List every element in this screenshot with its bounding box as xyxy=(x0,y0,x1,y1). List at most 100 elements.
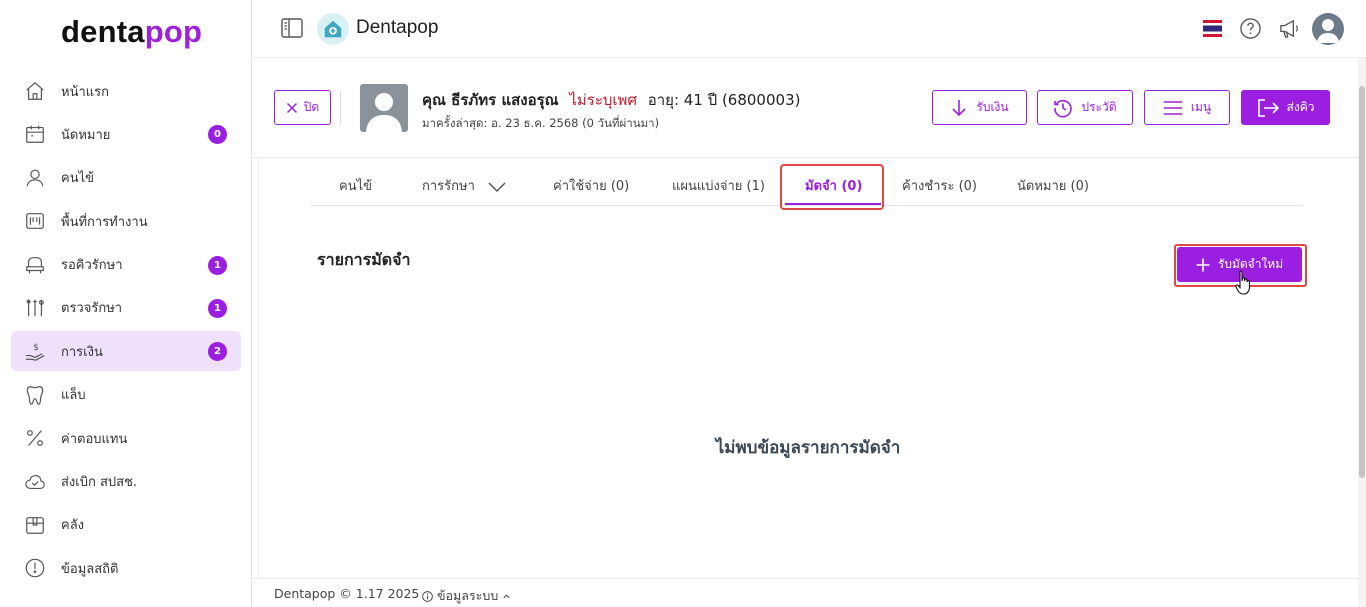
send-queue-label: ส่งคิว xyxy=(1286,100,1315,114)
sidebar-item-label: ตรวจรักษา xyxy=(61,301,123,317)
workspace-icon xyxy=(24,210,46,232)
help-icon[interactable] xyxy=(1239,17,1262,40)
svg-text:$: $ xyxy=(33,342,39,353)
deposit-list-title: รายการมัดจำ xyxy=(317,250,411,269)
copyright-text: Dentapop © 1.17 2025 xyxy=(274,586,420,601)
sidebar-item-statistics[interactable]: ข้อมูลสถิติ xyxy=(11,548,241,588)
chevron-up-icon xyxy=(503,593,510,598)
count-badge: 1 xyxy=(208,255,227,275)
exit-arrow-icon xyxy=(1257,98,1279,117)
logo-text-main: denta xyxy=(61,14,145,49)
sidebar-toggle-icon[interactable] xyxy=(281,18,303,38)
dentapop-logo[interactable]: dentapop xyxy=(61,14,202,50)
menu-button[interactable]: เมนู xyxy=(1144,90,1230,125)
sidebar-item-label: แล็บ xyxy=(61,388,86,404)
tab-highlight-box xyxy=(780,164,884,210)
sidebar-item-inventory[interactable]: คลัง xyxy=(11,505,241,545)
cloud-check-icon xyxy=(24,471,46,493)
sidebar-item-appointments[interactable]: นัดหมาย 0 xyxy=(11,114,241,154)
home-icon xyxy=(24,80,46,102)
sidebar-item-label: นัดหมาย xyxy=(61,127,111,143)
box-icon xyxy=(24,514,46,536)
count-badge: 0 xyxy=(208,125,227,145)
top-bar: Dentapop xyxy=(252,0,1366,58)
sidebar-item-lab[interactable]: แล็บ xyxy=(11,375,241,415)
receive-money-label: รับเงิน xyxy=(976,100,1009,114)
app-root: dentapop หน้าแรก นัดหมาย 0 คนไข้ พื้นที่… xyxy=(0,0,1366,607)
tab-outstanding[interactable]: ค้างชำระ (0) xyxy=(902,175,977,196)
patient-hn: (6800003) xyxy=(721,91,801,109)
receive-money-button[interactable]: รับเงิน xyxy=(932,90,1027,125)
sidebar-item-label: คลัง xyxy=(61,518,85,534)
patient-name-row: คุณ ธีรภัทร แสงอรุณ ไม่ระบุเพศ อายุ: 41 … xyxy=(422,88,800,112)
sidebar-item-patients[interactable]: คนไข้ xyxy=(11,158,241,198)
empty-state-message: ไม่พบข้อมูลรายการมัดจำ xyxy=(715,438,901,458)
patient-name: คุณ ธีรภัทร แสงอรุณ xyxy=(422,91,559,109)
sidebar-item-nhso-claim[interactable]: ส่งเบิก สปสช. xyxy=(11,462,241,502)
stats-clock-icon xyxy=(24,557,46,579)
user-icon xyxy=(24,167,46,189)
clinic-home-icon xyxy=(317,13,349,45)
patient-gender: ไม่ระบุเพศ xyxy=(569,91,637,109)
sidebar-item-home[interactable]: หน้าแรก xyxy=(11,71,241,111)
hand-pointer-cursor-icon xyxy=(1235,270,1251,295)
sidebar-item-label: ค่าตอบแทน xyxy=(61,431,128,447)
patient-age: อายุ: 41 ปี xyxy=(647,91,718,109)
calendar-icon xyxy=(24,123,46,145)
history-label: ประวัติ xyxy=(1081,100,1117,114)
tooth-icon xyxy=(24,384,46,406)
system-info-label: ข้อมูลระบบ xyxy=(437,588,499,603)
sidebar-item-label: ข้อมูลสถิติ xyxy=(61,561,119,577)
sidebar-item-workspace[interactable]: พื้นที่การทำงาน xyxy=(11,201,241,241)
hamburger-icon xyxy=(1163,100,1182,115)
logo-text-accent: pop xyxy=(144,14,203,49)
sidebar-item-compensation[interactable]: ค่าตอบแทน xyxy=(11,418,241,458)
menu-label: เมนู xyxy=(1190,100,1212,114)
arrow-down-icon xyxy=(952,99,966,116)
close-button[interactable]: ปิด xyxy=(274,90,331,125)
close-button-label: ปิด xyxy=(303,100,320,114)
history-icon xyxy=(1054,99,1073,117)
sidebar-nav: หน้าแรก นัดหมาย 0 คนไข้ พื้นที่การทำงาน … xyxy=(11,71,241,592)
scrollbar-thumb[interactable] xyxy=(1359,86,1365,478)
tab-installment-plan[interactable]: แผนแบ่งจ่าย (1) xyxy=(672,175,765,196)
patient-avatar xyxy=(360,84,408,132)
sidebar-item-label: รอคิวรักษา xyxy=(61,258,123,274)
sidebar-item-label: การเงิน xyxy=(61,344,103,360)
patient-header: ปิด คุณ ธีรภัทร แสงอรุณ ไม่ระบุเพศ อายุ:… xyxy=(252,58,1358,158)
send-queue-button[interactable]: ส่งคิว xyxy=(1241,90,1330,125)
history-button[interactable]: ประวัติ xyxy=(1037,90,1133,125)
system-info-link[interactable]: ข้อมูลระบบ xyxy=(422,586,511,606)
tab-patient[interactable]: คนไข้ xyxy=(339,175,372,196)
sidebar-item-label: หน้าแรก xyxy=(61,84,109,100)
chevron-down-icon xyxy=(488,181,506,192)
megaphone-icon[interactable] xyxy=(1278,17,1301,40)
sidebar-item-waiting-queue[interactable]: รอคิวรักษา 1 xyxy=(11,245,241,285)
count-badge: 2 xyxy=(208,342,227,362)
tab-expenses[interactable]: ค่าใช้จ่าย (0) xyxy=(553,175,629,196)
divider xyxy=(340,91,341,125)
main-content: คนไข้ การรักษา ค่าใช้จ่าย (0) แผนแบ่งจ่า… xyxy=(258,158,1356,578)
percent-icon xyxy=(24,427,46,449)
dental-tools-icon xyxy=(24,297,46,319)
close-icon xyxy=(286,102,297,113)
patient-last-visit: มาครั้งล่าสุด: อ. 23 ธ.ค. 2568 (0 วันที่… xyxy=(422,116,660,130)
money-hand-icon: $ xyxy=(24,340,46,362)
scrollbar[interactable] xyxy=(1358,58,1366,607)
sidebar-item-treatment[interactable]: ตรวจรักษา 1 xyxy=(11,288,241,328)
tab-treatment-label: การรักษา xyxy=(422,179,475,194)
sidebar-item-finance[interactable]: $ การเงิน 2 xyxy=(11,331,241,372)
count-badge: 1 xyxy=(208,298,227,318)
footer: Dentapop © 1.17 2025 ข้อมูลระบบ xyxy=(252,578,1358,607)
sidebar: dentapop หน้าแรก นัดหมาย 0 คนไข้ พื้นที่… xyxy=(0,0,252,607)
thai-flag-icon[interactable] xyxy=(1203,20,1222,37)
info-icon xyxy=(422,590,433,602)
sidebar-item-label: คนไข้ xyxy=(61,171,95,187)
dental-chair-icon xyxy=(24,254,46,276)
app-brand-name: Dentapop xyxy=(356,17,439,38)
sidebar-item-label: พื้นที่การทำงาน xyxy=(61,214,148,230)
tab-appointments[interactable]: นัดหมาย (0) xyxy=(1017,175,1089,196)
tab-treatment[interactable]: การรักษา xyxy=(422,175,507,196)
user-avatar[interactable] xyxy=(1312,13,1344,45)
sidebar-item-label: ส่งเบิก สปสช. xyxy=(61,475,138,491)
